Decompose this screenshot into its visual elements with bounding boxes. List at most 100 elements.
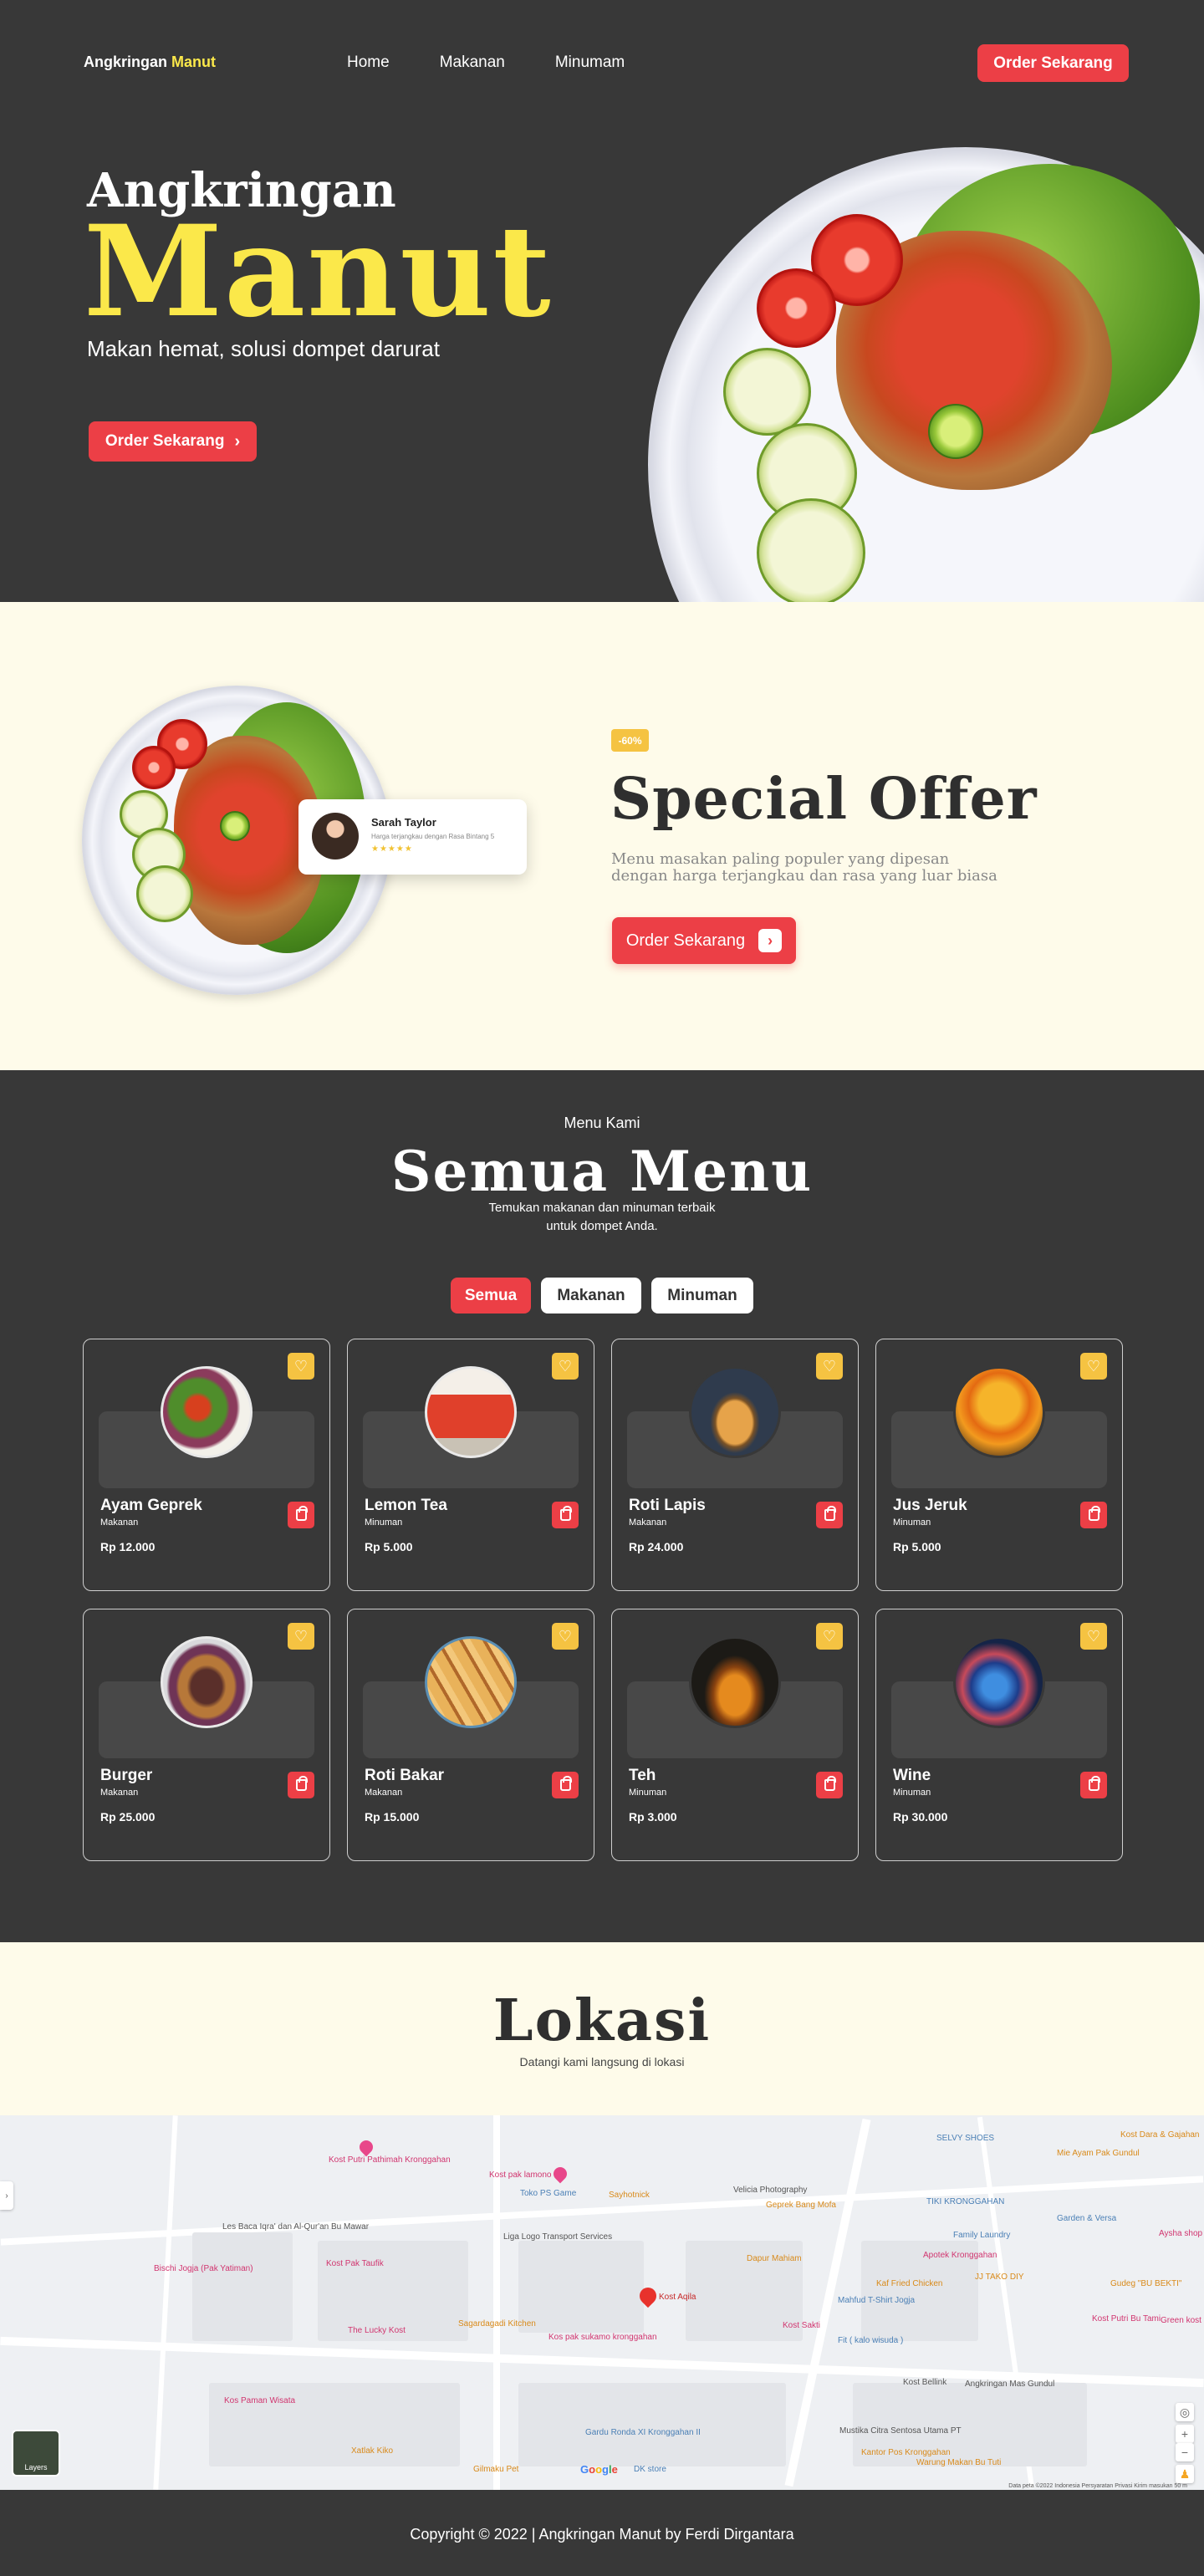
item-category: Makanan: [100, 1518, 139, 1528]
tomato-slice-shape: [132, 746, 176, 789]
map-label: Fit ( kalo wisuda ): [838, 2336, 904, 2345]
item-price: Rp 25.000: [100, 1810, 156, 1824]
item-name: Jus Jeruk: [893, 1497, 967, 1514]
brand-logo[interactable]: Angkringan Manut: [84, 54, 216, 71]
menu-subtitle: Temukan makanan dan minuman terbaik untu…: [488, 1201, 716, 1233]
heart-icon[interactable]: ♡: [1080, 1623, 1107, 1650]
map-label: Gardu Ronda XI Kronggahan II: [585, 2428, 701, 2437]
map-label: Mahfud T-Shirt Jogja: [838, 2296, 916, 2305]
hero-order-button[interactable]: Order Sekarang ›: [89, 421, 257, 462]
map-label: Liga Logo Transport Services: [503, 2232, 613, 2242]
shopping-bag-icon[interactable]: [552, 1502, 579, 1528]
menu-card[interactable]: ♡ Lemon Tea Minuman Rp 5.000: [347, 1339, 594, 1591]
iced-tea-image: [689, 1636, 781, 1728]
filter-minuman[interactable]: Minuman: [651, 1278, 753, 1314]
copyright-text: Copyright © 2022 | Angkringan Manut by F…: [410, 2526, 794, 2543]
map-label: Mie Ayam Pak Gundul: [1057, 2149, 1140, 2158]
toast-image: [425, 1636, 517, 1728]
nav-link-makanan[interactable]: Makanan: [440, 54, 505, 72]
menu-card[interactable]: ♡ Teh Minuman Rp 3.000: [611, 1609, 859, 1861]
street-view-icon[interactable]: ♟: [1176, 2465, 1194, 2483]
chevron-right-icon: ›: [758, 929, 783, 952]
salad-image: [161, 1366, 253, 1458]
map-label: Bischi Jogja (Pak Yatiman): [154, 2264, 253, 2273]
item-name: Burger: [100, 1767, 153, 1784]
shopping-bag-icon[interactable]: [816, 1502, 843, 1528]
item-name: Roti Bakar: [365, 1767, 445, 1784]
hero-title-big: Manut: [84, 198, 553, 345]
map-label: Sagardagadi Kitchen: [458, 2319, 536, 2329]
map-label: Kost Sakti: [783, 2321, 821, 2330]
nav-link-home[interactable]: Home: [347, 54, 390, 72]
map-label: TIKI KRONGGAHAN: [926, 2197, 1005, 2206]
heart-icon[interactable]: ♡: [288, 1353, 314, 1380]
map-pin-icon[interactable]: [356, 2137, 376, 2157]
item-category: Makanan: [629, 1518, 667, 1528]
map-side-toggle[interactable]: ›: [0, 2181, 13, 2210]
shopping-bag-icon[interactable]: [1080, 1502, 1107, 1528]
menu-card[interactable]: ♡ Roti Lapis Makanan Rp 24.000: [611, 1339, 859, 1591]
location-subtitle: Datangi kami langsung di lokasi: [519, 2055, 685, 2068]
item-name: Teh: [629, 1767, 656, 1784]
menu-card[interactable]: ♡ Wine Minuman Rp 30.000: [875, 1609, 1123, 1861]
map-label: Kost pak lamono: [489, 2170, 552, 2180]
map-label: Gudeg "BU BEKTI": [1110, 2279, 1182, 2288]
heart-icon[interactable]: ♡: [816, 1623, 843, 1650]
heart-icon[interactable]: ♡: [1080, 1353, 1107, 1380]
filter-semua[interactable]: Semua: [451, 1278, 531, 1314]
shopping-bag-icon[interactable]: [288, 1502, 314, 1528]
item-name: Roti Lapis: [629, 1497, 706, 1514]
map-label: Angkringan Mas Gundul: [965, 2380, 1055, 2389]
heart-icon[interactable]: ♡: [288, 1623, 314, 1650]
map-zoom-in-button[interactable]: +: [1176, 2425, 1194, 2443]
map-label: Apotek Kronggahan: [923, 2251, 997, 2260]
discount-badge: -60%: [611, 729, 649, 752]
nav-order-button[interactable]: Order Sekarang: [977, 44, 1129, 82]
item-category: Minuman: [365, 1518, 403, 1528]
item-category: Minuman: [893, 1788, 931, 1798]
main-nav: Home Makanan Minumam: [347, 54, 675, 72]
special-offer-section: Sarah Taylor Harga terjangkau dengan Ras…: [0, 602, 1204, 1070]
map-label: Green kost: [1161, 2316, 1201, 2325]
map-label: Gilmaku Pet: [473, 2465, 519, 2474]
heart-icon[interactable]: ♡: [552, 1353, 579, 1380]
heart-icon[interactable]: ♡: [816, 1353, 843, 1380]
map-label: Kantor Pos Kronggahan: [861, 2448, 951, 2457]
map-pin-icon[interactable]: [550, 2164, 570, 2184]
shopping-bag-icon[interactable]: [552, 1772, 579, 1798]
embedded-map[interactable]: › Kost Putri Pathimah Kronggahan Kost pa…: [0, 2115, 1204, 2490]
menu-card[interactable]: ♡ Burger Makanan Rp 25.000: [83, 1609, 330, 1861]
map-label: The Lucky Kost: [348, 2326, 406, 2335]
heart-icon[interactable]: ♡: [552, 1623, 579, 1650]
review-card: Sarah Taylor Harga terjangkau dengan Ras…: [298, 799, 527, 875]
nav-link-minuman[interactable]: Minumam: [555, 54, 625, 72]
star-rating-icon: ★★★★★: [371, 844, 413, 854]
map-label: Kost Putri Bu Tami: [1092, 2314, 1161, 2324]
cucumber-slice-shape: [723, 348, 811, 436]
menu-card[interactable]: ♡ Jus Jeruk Minuman Rp 5.000: [875, 1339, 1123, 1591]
map-road: [153, 2115, 178, 2490]
location-title: Lokasi: [492, 1987, 712, 2054]
filter-makanan[interactable]: Makanan: [541, 1278, 641, 1314]
shopping-bag-icon[interactable]: [1080, 1772, 1107, 1798]
lime-slice-shape: [928, 404, 983, 459]
offer-order-button[interactable]: Order Sekarang ›: [612, 917, 796, 964]
map-label: Kost Aqila: [659, 2293, 696, 2302]
map-label: Kos pak sukamo kronggahan: [548, 2333, 657, 2342]
reviewer-name: Sarah Taylor: [371, 816, 436, 829]
map-label: Kos Paman Wisata: [224, 2396, 296, 2405]
menu-card[interactable]: ♡ Ayam Geprek Makanan Rp 12.000: [83, 1339, 330, 1591]
map-label: SELVY SHOES: [936, 2134, 995, 2143]
tomato-slice-shape: [757, 268, 836, 348]
google-logo: Google: [580, 2463, 618, 2476]
map-layers-button[interactable]: Layers: [12, 2430, 60, 2477]
shopping-bag-icon[interactable]: [816, 1772, 843, 1798]
map-locate-icon[interactable]: ◎: [1176, 2403, 1194, 2421]
shopping-bag-icon[interactable]: [288, 1772, 314, 1798]
menu-card[interactable]: ♡ Roti Bakar Makanan Rp 15.000: [347, 1609, 594, 1861]
cucumber-slice-shape: [757, 498, 865, 602]
hero-tagline: Makan hemat, solusi dompet darurat: [87, 336, 440, 361]
offer-description: Menu masakan paling populer yang dipesan…: [611, 850, 997, 885]
hero-order-label: Order Sekarang: [105, 432, 225, 450]
map-zoom-out-button[interactable]: −: [1176, 2443, 1194, 2461]
